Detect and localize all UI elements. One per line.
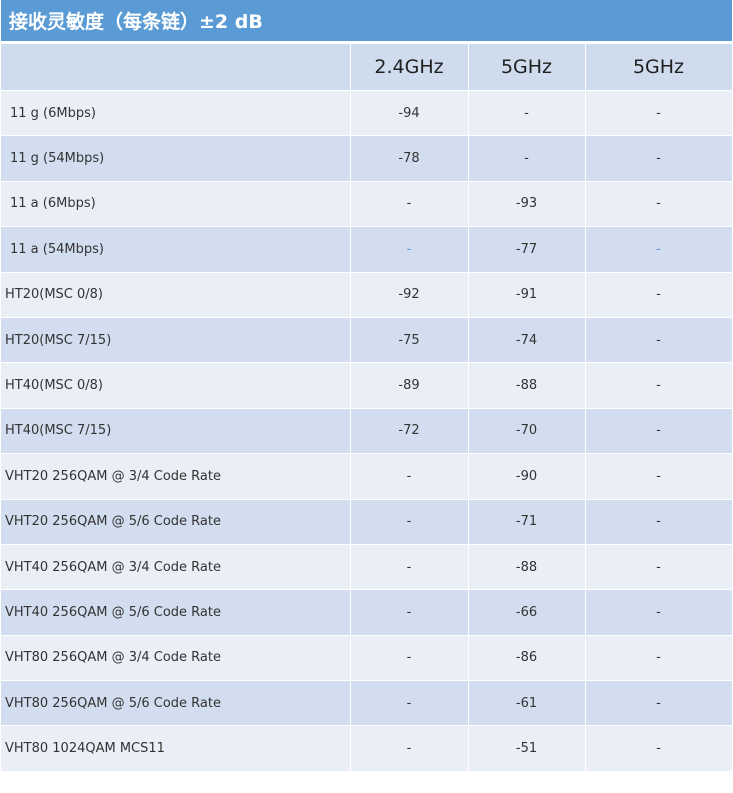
table-row: HT20(MSC 7/15) -75 -74 - — [1, 316, 733, 363]
cell-5ghz: -93 — [468, 180, 586, 227]
row-label: HT40(MSC 0/8) — [1, 362, 351, 409]
cell-5ghz-second: - — [585, 634, 733, 681]
cell-2-4ghz: -89 — [350, 362, 469, 409]
table-row: VHT40 256QAM @ 3/4 Code Rate - -88 - — [1, 543, 733, 590]
cell-5ghz: -90 — [468, 453, 586, 500]
cell-2-4ghz: -75 — [350, 316, 469, 363]
cell-2-4ghz: -94 — [350, 89, 469, 136]
table-row: HT20(MSC 0/8) -92 -91 - — [1, 271, 733, 318]
cell-5ghz-second: - — [585, 407, 733, 454]
cell-5ghz: -88 — [468, 362, 586, 409]
table-row: HT40(MSC 7/15) -72 -70 - — [1, 407, 733, 454]
cell-5ghz: -61 — [468, 680, 586, 726]
sensitivity-table-container: 接收灵敏度（每条链）±2 dB 2.4GHz 5GHz 5GHz 11 g (6… — [1, 0, 733, 772]
header-mode — [1, 44, 351, 91]
cell-5ghz-second: - — [585, 589, 733, 636]
cell-5ghz: -91 — [468, 271, 586, 318]
row-label: VHT80 1024QAM MCS11 — [1, 725, 351, 772]
cell-5ghz-second: - — [585, 180, 733, 227]
table-row: VHT20 256QAM @ 5/6 Code Rate - -71 - — [1, 498, 733, 545]
row-label: VHT40 256QAM @ 5/6 Code Rate — [1, 589, 351, 636]
cell-5ghz: -74 — [468, 316, 586, 363]
cell-5ghz-second: - — [585, 135, 733, 182]
cell-5ghz-second: - — [585, 362, 733, 409]
cell-2-4ghz: - — [350, 634, 469, 681]
cell-2-4ghz: - — [350, 543, 469, 590]
cell-5ghz: -77 — [468, 226, 586, 273]
table-row: VHT40 256QAM @ 5/6 Code Rate - -66 - — [1, 589, 733, 636]
row-label: VHT20 256QAM @ 5/6 Code Rate — [1, 498, 351, 545]
cell-5ghz-second: - — [585, 316, 733, 363]
cell-2-4ghz: - — [350, 680, 469, 726]
table-row: VHT80 256QAM @ 3/4 Code Rate - -86 - — [1, 634, 733, 681]
table-row: VHT20 256QAM @ 3/4 Code Rate - -90 - — [1, 453, 733, 500]
row-label: 11 a (54Mbps) — [1, 226, 351, 273]
row-label: VHT80 256QAM @ 3/4 Code Rate — [1, 634, 351, 681]
header-5ghz-second: 5GHz — [585, 44, 733, 91]
cell-5ghz-second: - — [585, 543, 733, 590]
header-row: 2.4GHz 5GHz 5GHz — [1, 44, 733, 91]
cell-5ghz-second: - — [585, 453, 733, 500]
row-label: 11 g (54Mbps) — [1, 135, 351, 182]
cell-5ghz-second: - — [585, 89, 733, 136]
cell-2-4ghz: -92 — [350, 271, 469, 318]
row-label: HT40(MSC 7/15) — [1, 407, 351, 454]
cell-2-4ghz: - — [350, 180, 469, 227]
cell-2-4ghz: - — [350, 498, 469, 545]
cell-5ghz: -51 — [468, 725, 586, 772]
cell-5ghz-second: - — [585, 226, 733, 273]
table-row: 11 a (6Mbps) - -93 - — [1, 180, 733, 227]
table-row: VHT80 1024QAM MCS11 - -51 - — [1, 725, 733, 772]
cell-5ghz: -66 — [468, 589, 586, 636]
cell-2-4ghz: - — [350, 226, 469, 273]
cell-5ghz: -70 — [468, 407, 586, 454]
row-label: VHT80 256QAM @ 5/6 Code Rate — [1, 680, 351, 726]
cell-2-4ghz: -78 — [350, 135, 469, 182]
cell-2-4ghz: - — [350, 725, 469, 772]
cell-2-4ghz: -72 — [350, 407, 469, 454]
cell-5ghz: -71 — [468, 498, 586, 545]
row-label: VHT20 256QAM @ 3/4 Code Rate — [1, 453, 351, 500]
row-label: HT20(MSC 7/15) — [1, 316, 351, 363]
cell-5ghz: - — [468, 135, 586, 182]
row-label: 11 a (6Mbps) — [1, 180, 351, 227]
cell-5ghz-second: - — [585, 271, 733, 318]
cell-5ghz-second: - — [585, 680, 733, 726]
sensitivity-table: 2.4GHz 5GHz 5GHz 11 g (6Mbps) -94 - - 11… — [1, 44, 733, 772]
row-label: VHT40 256QAM @ 3/4 Code Rate — [1, 543, 351, 590]
header-2-4ghz: 2.4GHz — [350, 44, 469, 91]
cell-5ghz-second: - — [585, 725, 733, 772]
table-row: 11 g (54Mbps) -78 - - — [1, 135, 733, 182]
cell-5ghz: -86 — [468, 634, 586, 681]
cell-5ghz-second: - — [585, 498, 733, 545]
table-row: VHT80 256QAM @ 5/6 Code Rate - -61 - — [1, 680, 733, 726]
header-5ghz: 5GHz — [468, 44, 586, 91]
row-label: HT20(MSC 0/8) — [1, 271, 351, 318]
cell-5ghz: -88 — [468, 543, 586, 590]
table-row: 11 g (6Mbps) -94 - - — [1, 89, 733, 136]
table-title: 接收灵敏度（每条链）±2 dB — [1, 0, 732, 44]
row-label: 11 g (6Mbps) — [1, 89, 351, 136]
cell-2-4ghz: - — [350, 589, 469, 636]
cell-5ghz: - — [468, 89, 586, 136]
cell-2-4ghz: - — [350, 453, 469, 500]
table-row: HT40(MSC 0/8) -89 -88 - — [1, 362, 733, 409]
table-row: 11 a (54Mbps) - -77 - — [1, 226, 733, 273]
